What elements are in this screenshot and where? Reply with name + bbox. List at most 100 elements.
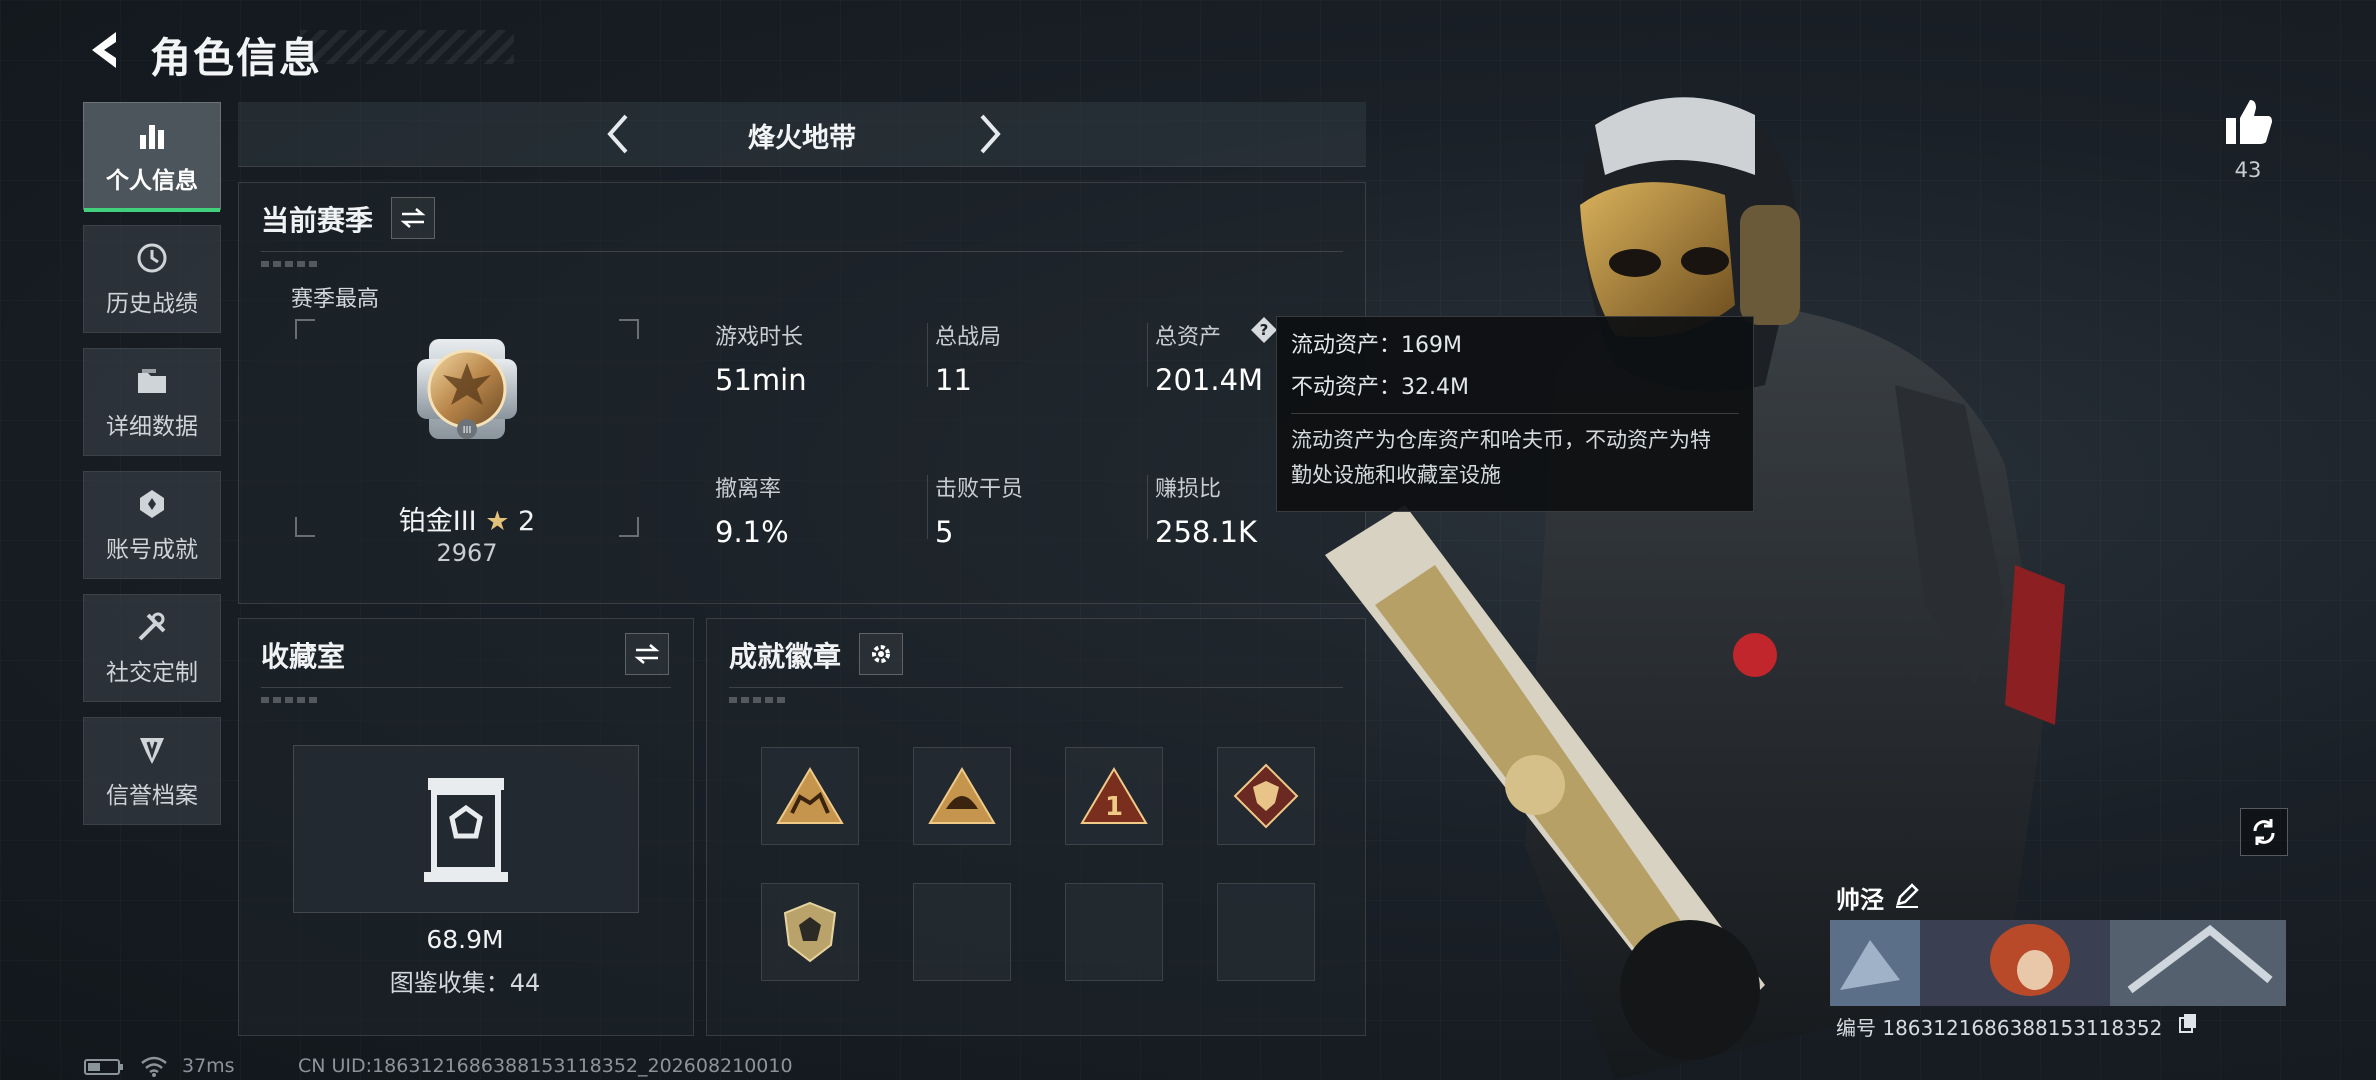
gear-icon [872,645,890,663]
credit-icon [140,738,164,764]
collection-case-icon [424,778,508,882]
nav-label: 个人信息 [106,168,198,194]
badge-settings-button[interactable] [859,633,903,675]
helmet-badge-icon [928,767,996,824]
copy-icon[interactable] [2178,1012,2198,1034]
tools-icon [138,612,166,641]
stat-label: 总战局 [935,325,1002,350]
folder-icon [138,369,166,393]
badges-panel: 成就徽章 1 [706,618,1366,1036]
star-icon: ★ [485,506,510,537]
divider [1291,413,1739,414]
chevron-right-icon[interactable] [964,110,1012,158]
collection-switch-button[interactable] [625,633,669,675]
history-icon [137,243,167,273]
achievement-icon [140,490,164,518]
collection-preview [293,745,639,913]
page-title: 角色信息 [150,34,322,82]
season-best-label: 赛季最高 [291,287,380,312]
divider [729,687,1343,688]
badge-slot[interactable] [913,747,1011,845]
bar-chart-icon [140,125,164,149]
nav-label: 账号成就 [106,537,198,563]
stat-label: 击败干员 [935,477,1024,502]
collection-value: 68.9M [426,925,504,954]
nav-item-history[interactable]: 历史战绩 [83,225,221,333]
svg-text:?: ? [1260,321,1269,339]
number-one-badge-icon: 1 [1080,767,1148,824]
camel-badge-icon [776,767,844,824]
stat-value: 11 [935,363,972,397]
rank-emblem-icon: III [417,339,517,439]
season-title: 当前赛季 [261,204,374,237]
nav-label: 历史战绩 [106,291,198,317]
season-panel: 当前赛季 赛季最高 III 铂金III ★ 2 2967 游戏时长 51min … [238,182,1366,604]
divider [927,475,928,539]
ping-value: 37ms [182,1055,235,1077]
rank-stars: 2 [518,506,536,537]
rank-name-text: 铂金III [398,506,477,537]
player-name: 帅泾 [1836,886,1884,914]
tooltip-fixed-assets: 不动资产：32.4M [1291,375,1469,400]
edit-icon[interactable] [1894,882,1920,908]
divider [261,261,321,267]
stat-play-time: 游戏时长 51min [715,319,915,397]
nav-item-detail-data[interactable]: 详细数据 [83,348,221,456]
swap-icon [634,644,660,664]
collection-title: 收藏室 [261,640,346,673]
collection-panel[interactable]: 收藏室 68.9M 图鉴收集：44 [238,618,694,1036]
profile-banner-image[interactable] [1830,920,2286,1006]
badge-slot[interactable] [761,747,859,845]
nav-label: 详细数据 [106,414,198,440]
stat-label: 游戏时长 [715,325,804,350]
divider [261,251,1343,252]
help-icon[interactable]: ? [1249,315,1279,345]
assets-tooltip: 流动资产：169M 不动资产：32.4M 流动资产为仓库资产和哈夫币，不动资产为… [1276,316,1754,512]
collection-count: 图鉴收集：44 [389,969,541,997]
nav-item-social-custom[interactable]: 社交定制 [83,594,221,702]
stat-total-matches: 总战局 11 [935,319,1135,397]
nav-item-personal-info[interactable]: 个人信息 [83,102,221,212]
back-arrow-icon[interactable] [82,26,130,74]
battery-icon [84,1059,123,1075]
stat-value: 9.1% [715,515,789,549]
stat-operators-defeated: 击败干员 5 [935,471,1135,549]
nav-item-credit-record[interactable]: 信誉档案 [83,717,221,825]
mode-title: 烽火地带 [748,123,856,154]
badges-title: 成就徽章 [729,640,842,673]
shield-badge-icon [783,901,837,963]
rotate-model-button[interactable] [2240,808,2288,856]
stat-value: 5 [935,515,954,549]
divider [261,697,321,703]
rank-name: 铂金III ★ 2 [295,499,639,538]
nav-label: 信誉档案 [106,783,198,809]
like-count: 43 [2234,158,2262,182]
nav-label: 社交定制 [106,660,198,686]
refresh-icon [2253,819,2275,845]
badge-slot[interactable] [761,883,859,981]
uid-text: CN UID:1863121686388153118352_2026082100… [298,1055,793,1077]
nav-item-account-achievement[interactable]: 账号成就 [83,471,221,579]
season-switch-button[interactable] [391,197,435,239]
title-decoration [300,30,514,64]
thumbs-up-icon[interactable] [2220,94,2276,150]
wifi-icon [141,1056,167,1077]
stat-extract-rate: 撤离率 9.1% [715,471,915,549]
stat-value: 51min [715,363,807,397]
tooltip-liquid-assets: 流动资产：169M [1291,333,1462,358]
rank-score: 2967 [436,539,498,567]
badge-slot[interactable]: 1 [1065,747,1163,845]
svg-text:III: III [463,425,472,436]
mode-switcher: 烽火地带 [238,102,1366,167]
divider [927,323,928,387]
divider [1147,323,1148,387]
player-id: 编号 1863121686388153118352 [1836,1016,2163,1040]
divider [1147,475,1148,539]
badge-slot-empty[interactable] [1065,883,1163,981]
badge-slot-empty[interactable] [913,883,1011,981]
svg-text:1: 1 [1105,792,1123,822]
swap-icon [400,208,426,228]
divider [729,697,789,703]
divider [261,687,671,688]
tooltip-description: 流动资产为仓库资产和哈夫币，不动资产为特勤处设施和收藏室设施 [1291,428,1711,487]
